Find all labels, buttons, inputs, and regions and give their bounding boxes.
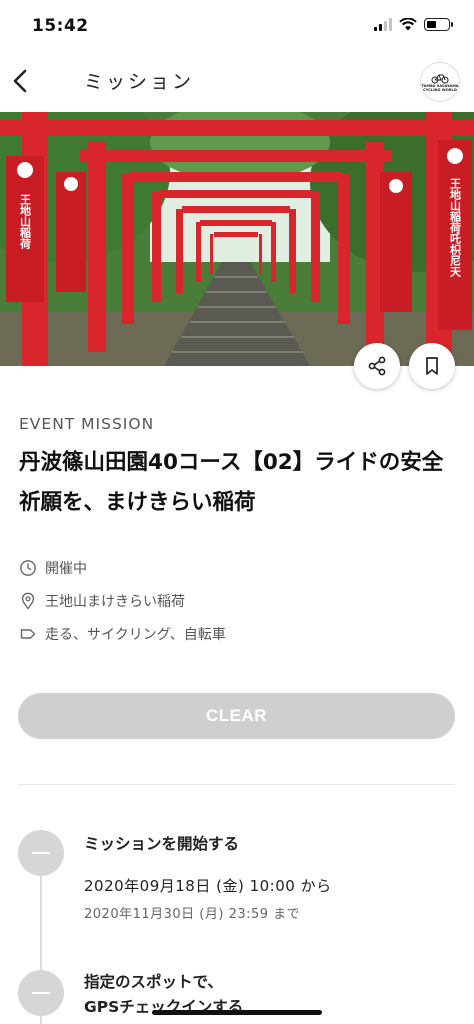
bicycle-icon — [431, 74, 449, 84]
brand-logo[interactable]: TAMBA SASAYAMA CYCLING WORLD — [420, 62, 460, 102]
mission-title: 丹波篠山田園40コース【02】ライドの安全祈願を、まけきらい稲荷 — [19, 450, 444, 515]
share-button[interactable] — [354, 343, 400, 389]
logo-text: TAMBA SASAYAMA CYCLING WORLD — [421, 83, 459, 92]
mission-tags: 走る、サイクリング、自転車 — [45, 627, 226, 643]
clock-icon — [20, 560, 36, 576]
mission-status-row: 開催中 — [19, 558, 87, 578]
banner-text-right: 王地山稲荷吒枳尼天 — [449, 178, 463, 278]
mission-status: 開催中 — [45, 561, 87, 577]
step-1-indicator-icon — [18, 830, 64, 876]
mission-location: 王地山まけきらい稲荷 — [45, 594, 185, 610]
nav-bar: ミッション TAMBA SASAYAMA CYCLING WORLD — [0, 52, 474, 112]
bookmark-button[interactable] — [409, 343, 455, 389]
mission-end-date: 2020年11月30日 (月) 23:59 まで — [84, 907, 301, 922]
step-2-title: 指定のスポットで、 — [84, 973, 223, 991]
wifi-icon — [399, 18, 417, 31]
banner-text-left: 王地山稲荷 — [19, 194, 33, 250]
step-2-indicator-icon — [18, 970, 64, 1016]
back-chevron-icon[interactable] — [8, 64, 32, 98]
mission-tags-row: 走る、サイクリング、自転車 — [19, 624, 226, 644]
clear-button[interactable]: CLEAR — [18, 693, 455, 739]
battery-icon — [424, 18, 453, 31]
battery-fill — [427, 21, 436, 28]
step-2-subtitle: GPSチェックインする — [84, 998, 244, 1016]
step-1-title: ミッションを開始する — [84, 835, 240, 853]
status-bar: 15:42 — [0, 0, 474, 52]
location-pin-icon — [21, 592, 35, 610]
page-title: ミッション — [84, 71, 195, 93]
share-icon — [368, 356, 386, 376]
home-indicator — [152, 1010, 322, 1015]
bookmark-icon — [426, 357, 438, 375]
mission-location-row[interactable]: 王地山まけきらい稲荷 — [19, 591, 185, 611]
event-mission-label: EVENT MISSION — [19, 415, 155, 433]
tag-icon — [20, 629, 36, 639]
torii-tunnel-illustration: 王地山稲荷 王地山稲荷吒枳尼天 — [0, 112, 474, 366]
hero-image: 王地山稲荷 王地山稲荷吒枳尼天 — [0, 112, 474, 366]
status-icons — [374, 18, 453, 31]
status-time: 15:42 — [32, 16, 89, 36]
mission-start-date: 2020年09月18日 (金) 10:00 から — [84, 877, 332, 895]
divider — [18, 784, 455, 785]
cellular-signal-icon — [374, 18, 392, 31]
